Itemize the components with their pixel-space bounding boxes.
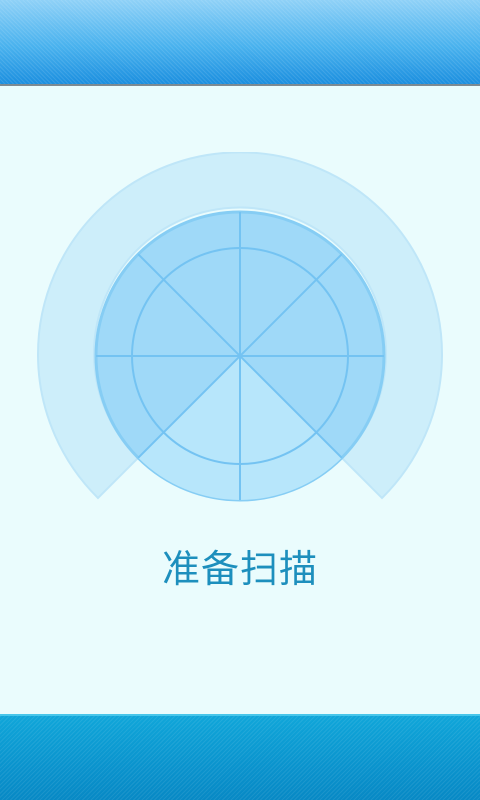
scan-status-text: 准备扫描	[161, 547, 318, 591]
radar-scan-icon	[37, 152, 443, 502]
bottom-bar	[0, 714, 480, 800]
main-content: 准备扫描	[0, 86, 480, 714]
scan-screen: 准备扫描	[0, 0, 480, 800]
radar-spokes	[96, 212, 384, 500]
top-title-bar	[0, 0, 480, 86]
